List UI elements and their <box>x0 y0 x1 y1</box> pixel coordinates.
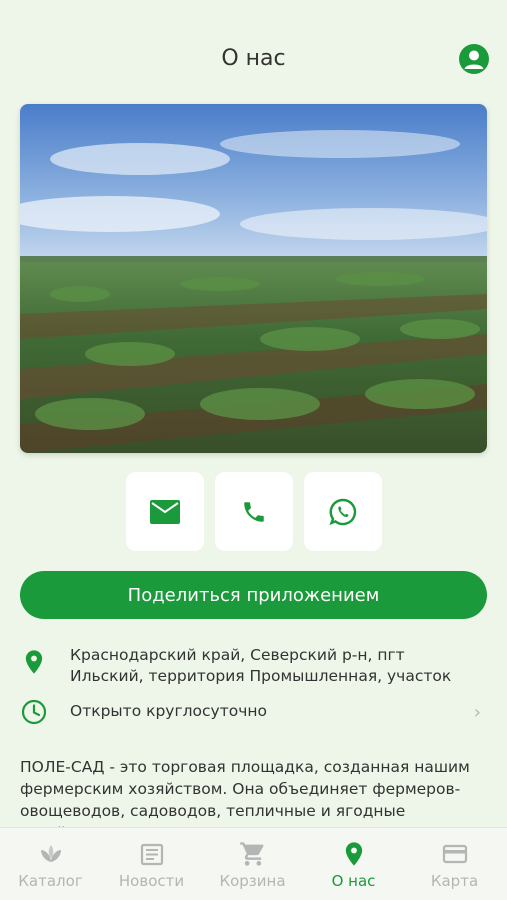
address-line-2: Ильский, территория Промышленная, участо… <box>70 667 452 685</box>
clock-icon <box>21 699 47 725</box>
map-pin-icon <box>345 842 362 866</box>
tab-about[interactable]: О нас <box>303 828 404 900</box>
tab-card[interactable]: Карта <box>404 828 505 900</box>
map-pin-icon <box>25 650 43 674</box>
tab-cart[interactable]: Корзина <box>202 828 303 900</box>
address-row[interactable]: Краснодарский край, Северский р-н, пгт И… <box>20 645 487 689</box>
tab-bar: Каталог Новости Корзина О нас Карта <box>0 827 507 900</box>
phone-icon <box>244 501 264 522</box>
chevron-right-icon: › <box>473 702 481 723</box>
whatsapp-button[interactable] <box>304 472 382 551</box>
header: О нас <box>0 0 507 100</box>
tab-catalog[interactable]: Каталог <box>0 828 101 900</box>
address-line-1: Краснодарский край, Северский р-н, пгт <box>70 646 405 664</box>
mail-icon <box>150 499 180 524</box>
sprout-icon <box>40 845 61 862</box>
tab-about-label: О нас <box>331 872 376 890</box>
hours-text: Открыто круглосуточно <box>70 702 267 720</box>
call-button[interactable] <box>215 472 293 551</box>
page-title: О нас <box>221 46 286 71</box>
whatsapp-icon <box>329 498 357 525</box>
cart-icon <box>239 842 263 866</box>
account-circle-icon[interactable] <box>459 44 489 74</box>
tab-catalog-label: Каталог <box>18 872 83 890</box>
email-button[interactable] <box>126 472 204 551</box>
hours-row[interactable]: Открыто круглосуточно › <box>20 699 487 725</box>
tab-card-label: Карта <box>430 872 479 890</box>
tab-news[interactable]: Новости <box>101 828 202 900</box>
newspaper-icon <box>140 843 163 866</box>
contact-buttons <box>126 472 382 551</box>
share-app-button[interactable]: Поделиться приложением <box>20 571 487 619</box>
tab-cart-label: Корзина <box>219 872 286 890</box>
address-text: Краснодарский край, Северский р-н, пгт И… <box>70 645 487 687</box>
credit-card-icon <box>442 844 467 864</box>
tab-news-label: Новости <box>118 872 185 890</box>
field-photo <box>20 104 487 453</box>
